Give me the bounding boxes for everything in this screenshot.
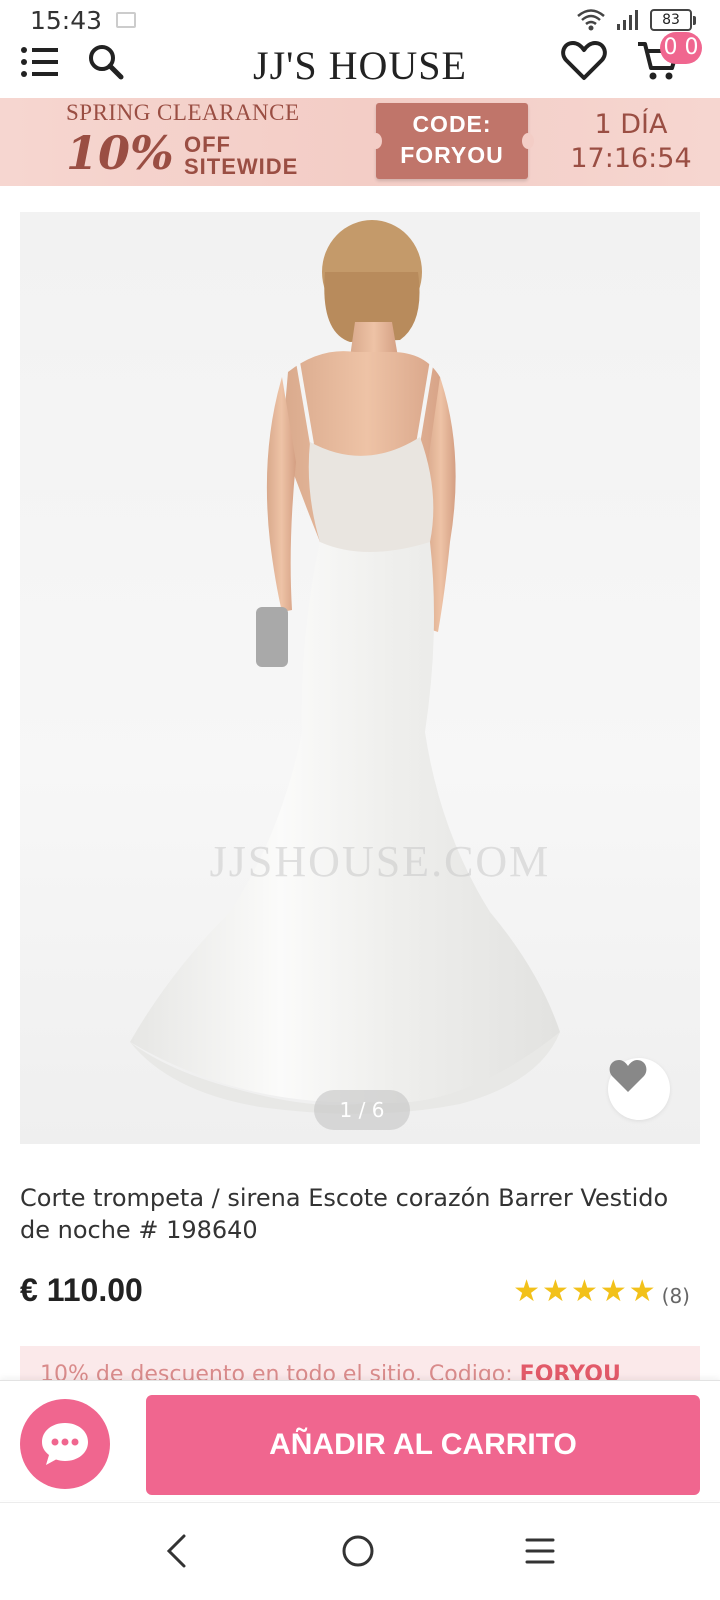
watermark: JJSHOUSE.COM <box>209 837 551 886</box>
favorite-button[interactable] <box>608 1058 670 1120</box>
star-icon: ★ <box>542 1275 569 1308</box>
signal-icon <box>617 10 638 30</box>
discount-message: 10% de descuento en todo el sitio. Codig… <box>40 1362 520 1380</box>
home-icon[interactable] <box>340 1533 376 1569</box>
star-icon: ★ <box>628 1275 656 1308</box>
brand-logo[interactable]: JJ'S HOUSE <box>0 42 720 89</box>
promo-countdown: 1 DÍA 17:16:54 <box>556 108 706 176</box>
heart-icon[interactable] <box>560 40 608 82</box>
review-count: (8) <box>661 1284 690 1308</box>
product-rating[interactable]: ★ ★ ★ ★ ★ (8) <box>511 1275 690 1309</box>
status-time: 15:43 <box>30 5 103 35</box>
star-icon: ★ <box>570 1275 598 1308</box>
chat-button[interactable] <box>20 1399 110 1489</box>
product-image-gallery[interactable]: JJSHOUSE.COM 1 / 6 <box>20 212 700 1144</box>
image-notification-icon <box>116 12 137 28</box>
product-photo <box>130 220 560 1114</box>
recents-icon[interactable] <box>524 1533 556 1569</box>
promo-title: SPRING CLEARANCE <box>66 100 300 125</box>
gallery-pager: 1 / 6 <box>314 1090 410 1130</box>
app-header: JJ'S HOUSE 0 0 <box>0 32 720 98</box>
battery-icon: 83 <box>650 9 696 31</box>
back-icon[interactable] <box>164 1533 188 1569</box>
promo-banner[interactable]: SPRING CLEARANCE 10% OFF SITEWIDE CODE: … <box>0 98 720 186</box>
star-icon: ★ <box>513 1275 541 1308</box>
promo-countdown-days: 1 DÍA <box>594 109 668 140</box>
star-icon: ★ <box>599 1275 627 1308</box>
promo-off-label: OFF SITEWIDE <box>184 134 298 178</box>
chat-icon <box>42 1423 88 1465</box>
promo-off-line1: OFF <box>184 132 231 157</box>
action-bar: AÑADIR AL CARRITO <box>0 1380 720 1500</box>
promo-code-label: CODE: <box>412 111 492 137</box>
heart-icon <box>609 1060 647 1092</box>
discount-notice: 10% de descuento en todo el sitio. Codig… <box>20 1346 700 1380</box>
promo-countdown-time: 17:16:54 <box>570 143 692 174</box>
discount-text: 10% de descuento en todo el sitio. Codig… <box>40 1362 621 1380</box>
promo-offer: SPRING CLEARANCE 10% OFF SITEWIDE <box>66 100 326 180</box>
system-nav-bar <box>0 1502 720 1600</box>
wifi-icon <box>577 9 605 31</box>
promo-code-coupon[interactable]: CODE: FORYOU <box>370 103 534 179</box>
cart-badge[interactable]: 0 0 <box>660 32 702 64</box>
status-icons: 83 <box>576 7 696 33</box>
promo-off-line2: SITEWIDE <box>184 154 299 179</box>
promo-percent: 10% <box>66 126 174 180</box>
product-price: € 110.00 <box>20 1272 143 1308</box>
add-to-cart-button[interactable]: AÑADIR AL CARRITO <box>146 1395 700 1495</box>
status-bar: 15:43 83 <box>0 0 720 40</box>
promo-code-value: FORYOU <box>400 142 504 168</box>
product-title: Corte trompeta / sirena Escote corazón B… <box>20 1184 669 1244</box>
discount-code: FORYOU <box>519 1362 621 1380</box>
battery-level: 83 <box>650 9 692 31</box>
